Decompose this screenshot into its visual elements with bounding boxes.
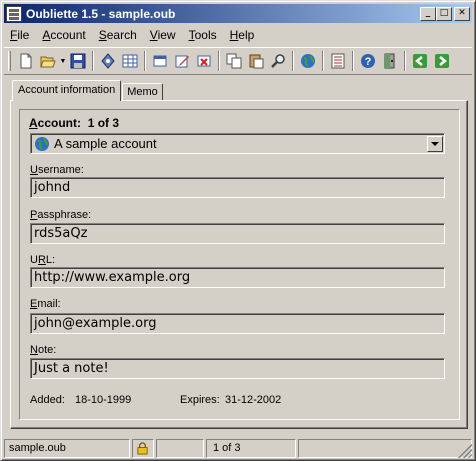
url-label-pre: U <box>30 254 38 266</box>
note-label: Note: <box>30 344 56 356</box>
toolbar-grip[interactable] <box>8 51 11 71</box>
account-select[interactable]: A sample account <box>30 133 445 154</box>
account-label-accel: A <box>29 116 38 130</box>
username-label-text: sername: <box>37 164 84 176</box>
menu-search[interactable]: Search <box>99 28 137 42</box>
delete-icon[interactable] <box>193 50 215 72</box>
menu-view-label: iew <box>157 28 176 42</box>
toolbar: ▼ ? <box>4 47 472 75</box>
maximize-button[interactable]: □ <box>436 6 452 21</box>
account-select-value: A sample account <box>54 136 157 151</box>
tab-strip: Account information Memo <box>12 80 164 101</box>
status-position: 1 of 3 <box>206 439 296 458</box>
note-label-text: ote: <box>37 344 57 356</box>
expires-label: Expires: <box>180 394 220 406</box>
url-label-accel: R <box>37 254 46 266</box>
menu-file[interactable]: File <box>10 28 29 42</box>
app-icon[interactable] <box>6 5 22 22</box>
status-empty <box>156 439 204 458</box>
menu-tools[interactable]: Tools <box>189 28 217 42</box>
properties-icon[interactable] <box>97 50 119 72</box>
new-file-icon[interactable] <box>15 50 37 72</box>
help-icon[interactable]: ? <box>357 50 379 72</box>
email-field[interactable]: john@example.org <box>30 313 445 334</box>
menu-search-label: earch <box>106 28 137 42</box>
toolbar-separator <box>144 51 146 71</box>
toolbar-separator <box>352 51 354 71</box>
toolbar-separator <box>404 51 406 71</box>
username-field[interactable]: johnd <box>30 177 445 198</box>
resize-grip[interactable] <box>458 444 472 458</box>
expires-date: 31-12-2002 <box>225 394 282 406</box>
toolbar-separator <box>322 51 324 71</box>
title-bar[interactable]: Oubliette 1.5 - sample.oub _ □ ✕ <box>4 4 472 23</box>
tab-account-information[interactable]: Account information <box>12 80 122 101</box>
grid-icon[interactable] <box>119 50 141 72</box>
minimize-button[interactable]: _ <box>420 6 436 21</box>
url-label: URL: <box>30 254 55 266</box>
status-bar: sample.oub 1 of 3 <box>4 439 472 458</box>
back-arrow-icon[interactable] <box>409 50 431 72</box>
menu-account-label: ccount <box>50 28 86 42</box>
account-label: ccount: <box>37 116 82 130</box>
edit-icon[interactable] <box>171 50 193 72</box>
window-title: Oubliette 1.5 - sample.oub <box>26 6 176 21</box>
toolbar-separator <box>218 51 220 71</box>
menu-help-accel: H <box>229 28 239 42</box>
lock-icon <box>132 439 154 458</box>
account-position: 1 of 3 <box>87 116 120 130</box>
folder-icon[interactable] <box>149 50 171 72</box>
exit-icon[interactable] <box>379 50 401 72</box>
account-header: Account: 1 of 3 <box>29 116 119 130</box>
menu-file-label: ile <box>17 28 30 42</box>
paste-icon[interactable] <box>245 50 267 72</box>
passphrase-field[interactable]: rds5aQz <box>30 223 445 244</box>
menu-help[interactable]: Help <box>230 28 255 42</box>
find-icon[interactable] <box>267 50 289 72</box>
url-field[interactable]: http://www.example.org <box>30 267 445 288</box>
username-label: Username: <box>30 164 84 176</box>
toolbar-separator <box>92 51 94 71</box>
email-label-text: mail: <box>37 298 61 310</box>
toolbar-separator <box>292 51 294 71</box>
menu-help-label: elp <box>238 28 255 42</box>
status-filler <box>298 439 472 458</box>
menu-bar: File Account Search View Tools Help <box>4 25 472 45</box>
menu-view-accel: V <box>149 28 158 42</box>
app-window: Oubliette 1.5 - sample.oub _ □ ✕ File Ac… <box>0 0 476 461</box>
menu-view[interactable]: View <box>150 28 176 42</box>
svg-text:?: ? <box>365 56 372 68</box>
passphrase-label: Passphrase: <box>30 209 91 221</box>
menu-search-accel: S <box>98 28 107 42</box>
status-file: sample.oub <box>4 439 130 458</box>
globe-icon <box>35 136 49 151</box>
globe-icon[interactable] <box>297 50 319 72</box>
close-button[interactable]: ✕ <box>454 6 470 21</box>
username-label-accel: U <box>30 164 38 176</box>
list-icon[interactable] <box>327 50 349 72</box>
note-field[interactable]: Just a note! <box>30 358 445 379</box>
chevron-down-icon[interactable] <box>427 135 443 152</box>
menu-account[interactable]: Account <box>42 28 85 42</box>
copy-icon[interactable] <box>223 50 245 72</box>
passphrase-label-text: assphrase: <box>37 209 92 221</box>
save-icon[interactable] <box>67 50 89 72</box>
open-folder-icon[interactable] <box>37 50 59 72</box>
tab-memo[interactable]: Memo <box>122 83 163 101</box>
email-label: Email: <box>30 298 61 310</box>
menu-tools-label: ools <box>194 28 217 42</box>
open-dropdown-icon[interactable]: ▼ <box>59 50 67 72</box>
added-label: Added: <box>30 394 65 406</box>
url-label-text: L: <box>45 254 56 266</box>
forward-arrow-icon[interactable] <box>431 50 453 72</box>
added-date: 18-10-1999 <box>75 394 132 406</box>
note-label-accel: N <box>30 344 38 356</box>
